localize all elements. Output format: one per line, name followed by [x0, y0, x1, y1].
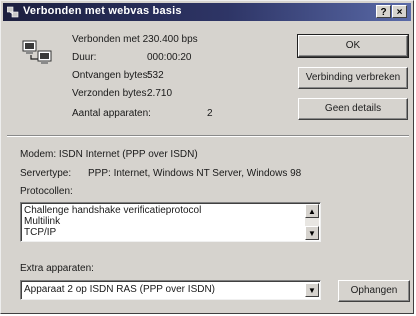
- protocols-label: Protocollen:: [20, 186, 73, 197]
- extra-devices-label: Extra apparaten:: [20, 263, 94, 274]
- extra-devices-selected: Apparaat 2 op ISDN RAS (PPP over ISDN): [24, 284, 216, 295]
- device-count-value: 2: [207, 108, 213, 119]
- list-item[interactable]: Multilink: [24, 216, 60, 227]
- close-button[interactable]: ×: [392, 5, 407, 18]
- received-bytes-label: Ontvangen bytes:: [72, 70, 151, 81]
- sent-bytes-value: 2.710: [147, 88, 173, 99]
- disconnect-button[interactable]: Verbinding verbreken: [298, 67, 408, 89]
- connection-icon: [7, 6, 19, 18]
- hangup-button[interactable]: Ophangen: [338, 280, 410, 302]
- protocols-scrollbar[interactable]: ▲ ▼: [305, 204, 319, 240]
- server-type-label: Servertype:: [20, 168, 72, 179]
- window-title: Verbonden met webvas basis: [23, 5, 182, 17]
- no-details-button[interactable]: Geen details: [298, 98, 408, 120]
- scroll-down-arrow-icon[interactable]: ▼: [305, 226, 319, 240]
- extra-devices-dropdown[interactable]: Apparaat 2 op ISDN RAS (PPP over ISDN) ▼: [20, 280, 321, 300]
- duration-value: 000:00:20: [147, 52, 192, 63]
- connected-speed-label: Verbonden met 230.400 bps: [72, 34, 198, 45]
- connection-status-dialog: Verbonden met webvas basis ? × Verbonden…: [0, 0, 414, 314]
- connected-computers-icon: [22, 40, 52, 64]
- help-button[interactable]: ?: [376, 5, 391, 18]
- protocols-list[interactable]: Challenge handshake verificatieprotocol …: [20, 202, 321, 242]
- modem-info: Modem: ISDN Internet (PPP over ISDN): [20, 149, 198, 160]
- divider: [7, 135, 409, 137]
- chevron-down-icon[interactable]: ▼: [305, 283, 319, 297]
- device-count-label: Aantal apparaten:: [72, 108, 151, 119]
- title-bar[interactable]: Verbonden met webvas basis ? ×: [3, 3, 411, 21]
- sent-bytes-label: Verzonden bytes:: [72, 88, 150, 99]
- received-bytes-value: 532: [147, 70, 164, 81]
- list-item[interactable]: Challenge handshake verificatieprotocol: [24, 205, 201, 216]
- ok-button[interactable]: OK: [297, 34, 409, 58]
- scroll-up-arrow-icon[interactable]: ▲: [305, 204, 319, 218]
- duration-label: Duur:: [72, 52, 97, 63]
- server-type-value: PPP: Internet, Windows NT Server, Window…: [88, 168, 302, 179]
- list-item[interactable]: TCP/IP: [24, 227, 56, 238]
